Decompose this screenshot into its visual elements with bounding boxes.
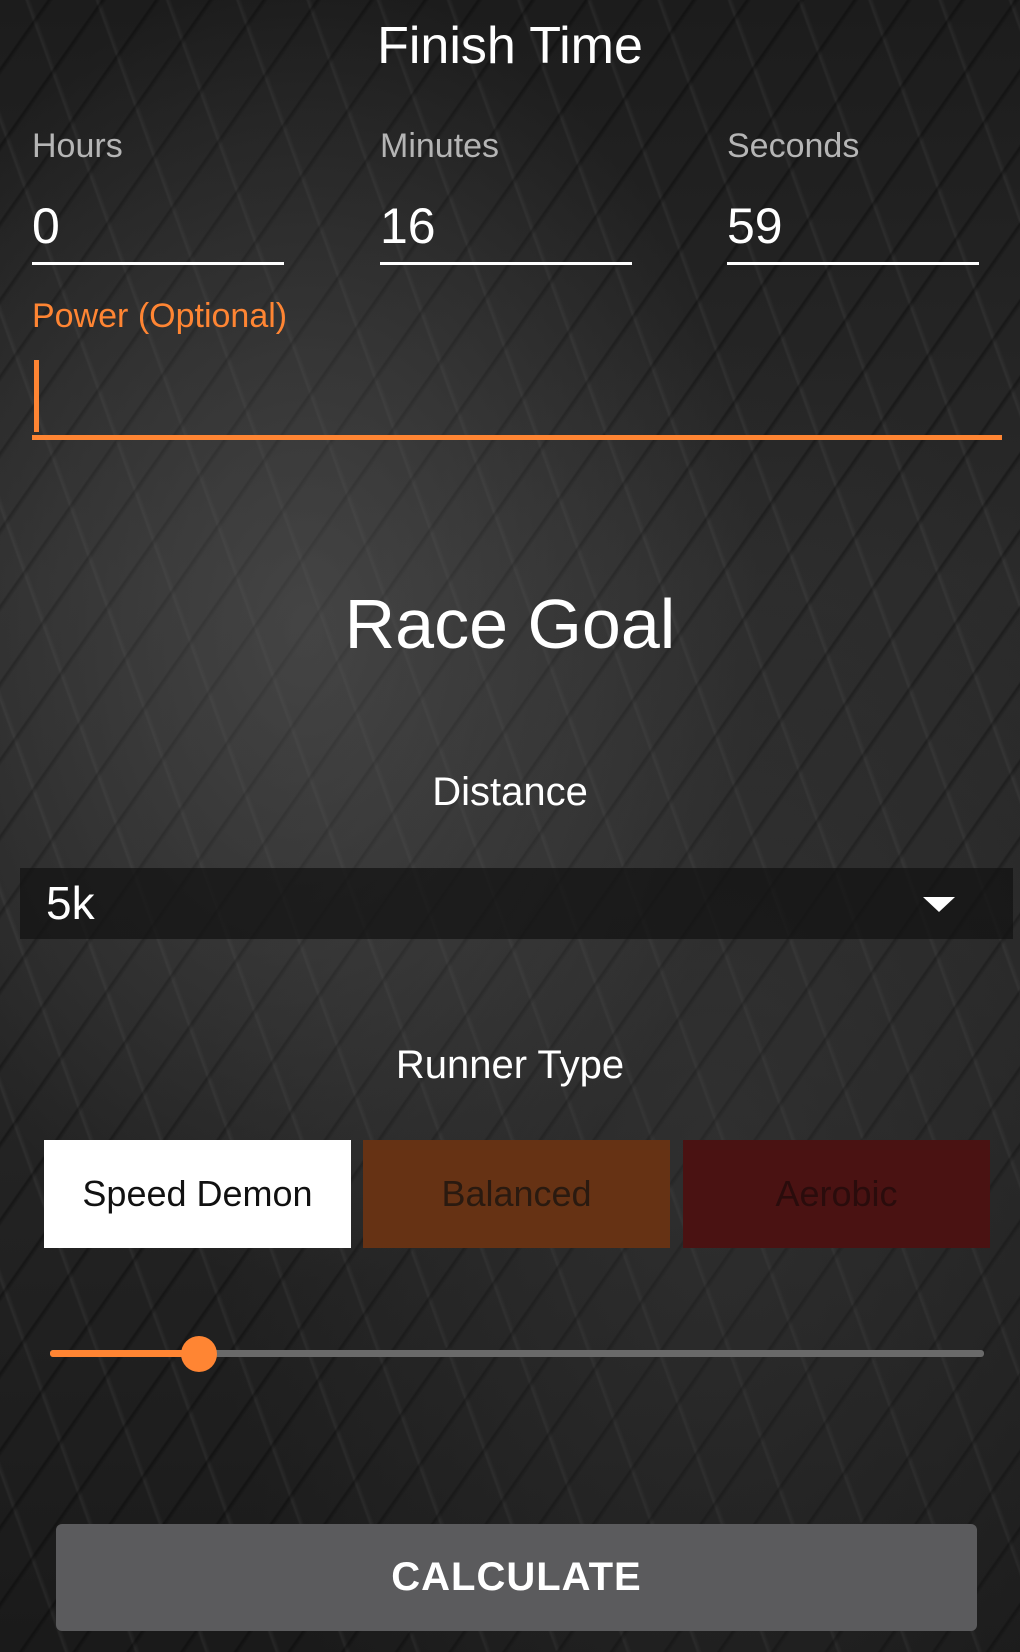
calculate-button[interactable]: CALCULATE xyxy=(56,1524,977,1631)
seconds-label: Seconds xyxy=(727,127,860,165)
minutes-input[interactable]: 16 xyxy=(380,198,632,265)
finish-time-title: Finish Time xyxy=(377,17,643,75)
runner-type-speed-demon-button[interactable]: Speed Demon xyxy=(44,1140,351,1248)
runner-type-aerobic-button[interactable]: Aerobic xyxy=(683,1140,990,1248)
power-label: Power (Optional) xyxy=(32,297,288,335)
text-cursor xyxy=(34,360,39,432)
runner-type-balanced-button[interactable]: Balanced xyxy=(363,1140,670,1248)
slider-thumb[interactable] xyxy=(181,1336,217,1372)
distance-dropdown[interactable]: 5k xyxy=(20,868,1013,939)
slider-fill xyxy=(50,1350,199,1357)
chevron-down-icon xyxy=(923,897,955,912)
seconds-input[interactable]: 59 xyxy=(727,198,979,265)
minutes-label: Minutes xyxy=(380,127,500,165)
seconds-field[interactable]: Seconds 59 xyxy=(727,124,979,265)
power-input[interactable] xyxy=(32,356,1002,440)
hours-label: Hours xyxy=(32,127,123,165)
hours-input[interactable]: 0 xyxy=(32,198,284,265)
minutes-field[interactable]: Minutes 16 xyxy=(380,124,632,265)
race-goal-title: Race Goal xyxy=(344,585,676,663)
distance-label: Distance xyxy=(432,770,588,814)
runner-type-label: Runner Type xyxy=(395,1043,625,1087)
runner-type-slider[interactable] xyxy=(50,1330,984,1378)
distance-selected-value: 5k xyxy=(46,877,95,929)
hours-field[interactable]: Hours 0 xyxy=(32,124,284,265)
